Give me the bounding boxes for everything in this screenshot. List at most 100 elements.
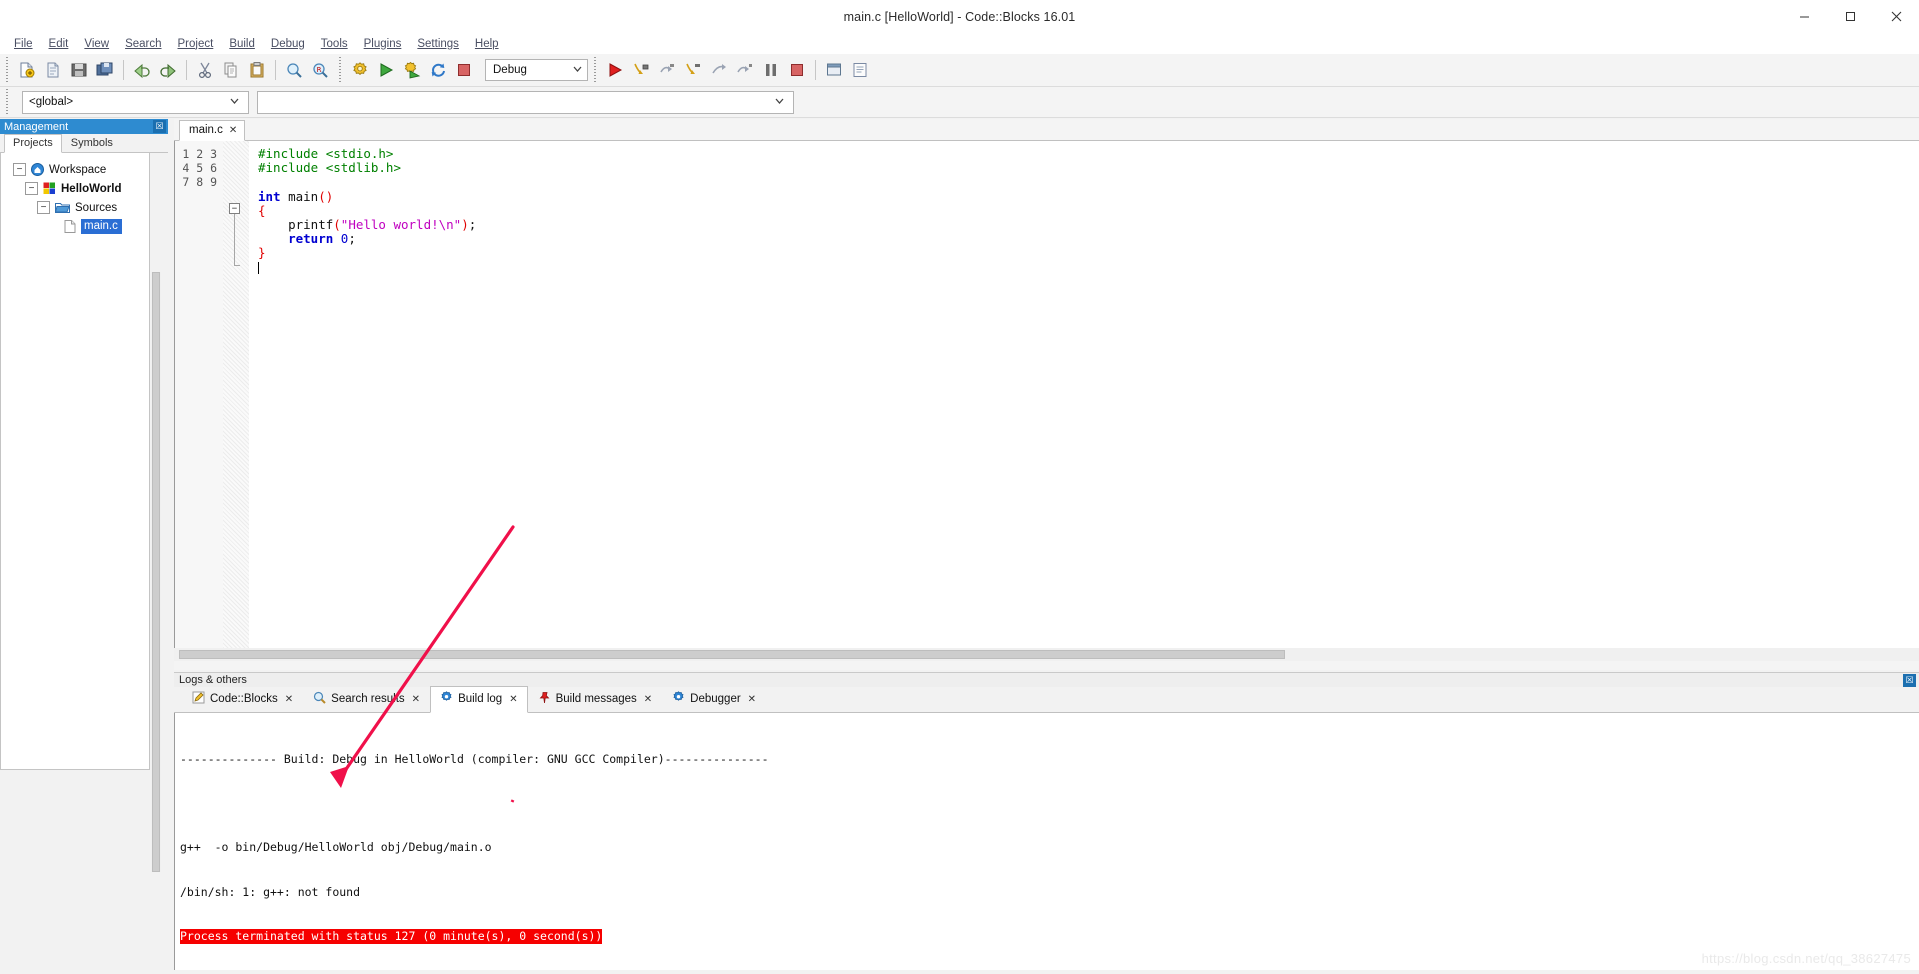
step-into-icon[interactable] [681,58,705,82]
build-log-line-0: -------------- Build: Debug in HelloWorl… [180,751,769,766]
toolbar-grip-main[interactable] [2,57,11,83]
editor-horizontal-scrollbar[interactable] [174,648,1919,661]
management-close-icon[interactable]: ☒ [153,120,166,133]
scrollbar-thumb[interactable] [179,650,1285,659]
menu-view[interactable]: View [76,36,117,52]
expander-icon[interactable]: − [25,182,38,195]
menu-debug[interactable]: Debug [263,36,313,52]
log-tab-build-messages[interactable]: Build messages ✕ [528,686,663,712]
replace-icon[interactable]: R [308,58,332,82]
menu-help[interactable]: Help [467,36,507,52]
run-icon[interactable] [374,58,398,82]
save-file-icon[interactable] [67,58,91,82]
step-out-icon[interactable] [707,58,731,82]
minimize-button[interactable] [1781,0,1827,33]
rebuild-icon[interactable] [426,58,450,82]
abort-icon[interactable] [452,58,476,82]
close-icon[interactable]: ✕ [644,694,652,705]
gear-icon [672,691,685,707]
code-line-5: { [258,202,266,218]
code-line-8: } [258,245,266,261]
debugging-windows-icon[interactable] [822,58,846,82]
scrollbar-thumb[interactable] [152,272,160,872]
break-debugger-icon[interactable] [759,58,783,82]
gear-icon [440,691,453,707]
paste-icon[interactable] [245,58,269,82]
code-editor[interactable]: 1 2 3 4 5 6 7 8 9 − #include <stdio.h> #… [174,141,1919,648]
close-icon[interactable]: ✕ [229,125,237,136]
next-instruction-icon[interactable] [733,58,757,82]
close-button[interactable] [1873,0,1919,33]
editor-tab-main-c[interactable]: main.c ✕ [179,120,246,141]
expander-icon[interactable]: − [37,201,50,214]
tree-item-workspace[interactable]: − Workspace [1,160,149,179]
close-icon[interactable]: ✕ [748,694,756,705]
close-icon[interactable]: ✕ [509,694,517,705]
maximize-button[interactable] [1827,0,1873,33]
scope-select[interactable]: <global> [22,90,249,114]
codeblocks-window: main.c [HelloWorld] - Code::Blocks 16.01… [0,0,1919,974]
logs-tab-bar: Code::Blocks ✕ Search results ✕ Build lo… [174,686,1919,713]
menu-edit[interactable]: Edit [41,36,77,52]
save-all-icon[interactable] [93,58,117,82]
menu-file-label: File [14,37,33,50]
menu-project-label: Project [177,37,214,50]
tree-item-sources-label: Sources [75,201,118,214]
build-log-output[interactable]: -------------- Build: Debug in HelloWorl… [174,713,1919,970]
build-icon[interactable] [348,58,372,82]
log-tab-debugger[interactable]: Debugger ✕ [662,686,766,712]
tree-item-workspace-label: Workspace [49,163,107,176]
redo-icon[interactable] [156,58,180,82]
code-line-1: #include <stdio.h> [258,146,394,161]
tab-projects-label: Projects [13,137,53,149]
menu-settings[interactable]: Settings [409,36,467,52]
open-file-icon[interactable] [41,58,65,82]
menu-search[interactable]: Search [117,36,169,52]
toolbar-grip-debug[interactable] [590,57,599,83]
code-text[interactable]: #include <stdio.h> #include <stdlib.h> i… [249,141,1919,648]
tree-item-sources[interactable]: − Sources [1,198,149,217]
logs-close-icon[interactable]: ☒ [1903,673,1916,687]
find-icon[interactable] [282,58,306,82]
menu-build[interactable]: Build [221,36,263,52]
stop-debugger-icon[interactable] [785,58,809,82]
watermark: https://blog.csdn.net/qq_38627475 [1701,951,1911,966]
build-target-select[interactable]: Debug [485,59,588,81]
log-tab-search-results[interactable]: Search results ✕ [303,686,430,712]
cut-icon[interactable] [193,58,217,82]
menu-plugins[interactable]: Plugins [356,36,410,52]
next-line-icon[interactable] [655,58,679,82]
new-file-icon[interactable] [15,58,39,82]
toolbar-grip-build[interactable] [335,57,344,83]
tree-item-main-c[interactable]: main.c [1,217,149,236]
tab-symbols[interactable]: Symbols [62,134,122,152]
scope-toolbar: <global> [0,87,1919,118]
copy-icon[interactable] [219,58,243,82]
close-icon[interactable]: ✕ [412,694,420,705]
toolbar-grip-scope[interactable] [2,89,11,115]
build-log-line-2: g++ -o bin/Debug/HelloWorld obj/Debug/ma… [180,840,492,855]
log-tab-build-messages-label: Build messages [555,693,637,705]
fold-toggle-icon[interactable]: − [229,203,240,214]
build-log-line-4: Process terminated with status 127 (0 mi… [180,929,603,944]
log-tab-codeblocks[interactable]: Code::Blocks ✕ [182,686,303,712]
expander-icon[interactable]: − [13,163,26,176]
various-info-icon[interactable] [848,58,872,82]
log-tab-build-log[interactable]: Build log ✕ [430,686,528,713]
menu-tools[interactable]: Tools [313,36,356,52]
build-and-run-icon[interactable] [400,58,424,82]
toolbar-separator-2 [186,60,187,80]
main-toolbar: R Debug [0,54,1919,87]
menu-project[interactable]: Project [170,36,222,52]
menu-file[interactable]: File [6,36,41,52]
close-icon[interactable]: ✕ [285,694,293,705]
tab-projects[interactable]: Projects [4,134,62,153]
tree-item-helloworld[interactable]: − HelloWorld [1,179,149,198]
management-vertical-scrollbar[interactable] [151,272,161,872]
fold-margin[interactable]: − [223,141,249,648]
function-select[interactable] [257,90,794,114]
run-to-cursor-icon[interactable] [629,58,653,82]
undo-icon[interactable] [130,58,154,82]
line-number-gutter: 1 2 3 4 5 6 7 8 9 [175,141,223,648]
debug-continue-icon[interactable] [603,58,627,82]
